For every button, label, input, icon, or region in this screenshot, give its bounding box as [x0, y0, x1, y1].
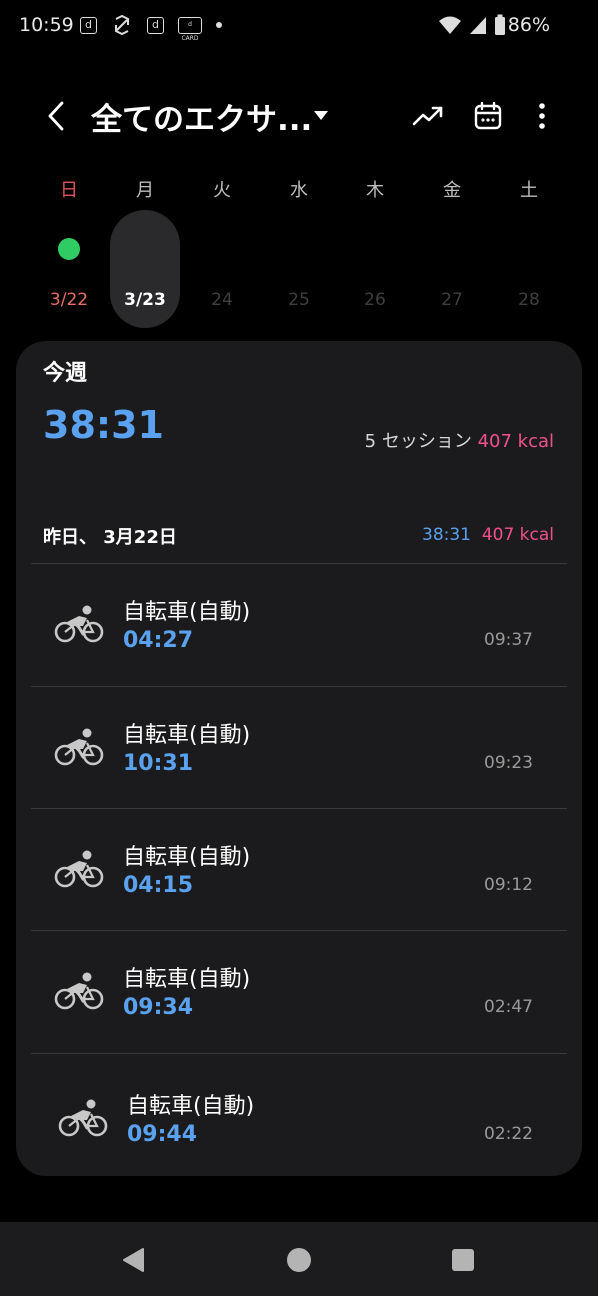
- day-saturday[interactable]: 土 28: [491, 170, 567, 330]
- exercise-row[interactable]: 自転車(自動) 04:15 09:12: [31, 809, 567, 931]
- day-wednesday[interactable]: 水 25: [261, 170, 337, 330]
- day-group-summary: 38:31 407 kcal: [422, 525, 554, 545]
- exercise-name: 自転車(自動): [127, 1094, 255, 1119]
- exercise-name: 自転車(自動): [123, 723, 251, 748]
- status-notification-icons: d d d CARD: [80, 14, 222, 42]
- signal-icon: [470, 17, 486, 34]
- d-app-icon: d: [80, 16, 97, 34]
- system-navigation-bar: [0, 1222, 598, 1296]
- exercise-summary-card: 今週 38:31 5 セッション 407 kcal 昨日、 3月22日 38:3…: [16, 341, 582, 1176]
- day-date: 3/23: [124, 290, 166, 310]
- day-friday[interactable]: 金 27: [414, 170, 490, 330]
- exercise-duration: 10:31: [123, 751, 194, 776]
- status-time: 10:59: [19, 14, 74, 36]
- day-label: 火: [213, 180, 231, 201]
- sync-icon: [115, 14, 129, 36]
- exercise-name: 自転車(自動): [123, 600, 251, 625]
- cycling-icon: [54, 850, 104, 888]
- triangle-back-icon: [123, 1248, 144, 1272]
- wifi-icon: [439, 16, 461, 34]
- battery-percent: 86%: [507, 14, 550, 36]
- circle-home-icon: [287, 1248, 311, 1272]
- exercise-start-time: 02:47: [484, 997, 533, 1017]
- square-recents-icon: [452, 1249, 474, 1271]
- week-calendar-strip: 日 3/22 月 3/23 火 24 水 25 木 26 金 27 土 28: [31, 170, 567, 330]
- selected-day-highlight: [110, 210, 180, 328]
- page-title[interactable]: 全てのエクサ...: [91, 94, 312, 139]
- exercise-name: 自転車(自動): [123, 967, 251, 992]
- chevron-left-icon: [48, 101, 64, 131]
- day-label: 土: [520, 180, 538, 201]
- activity-dot-icon: [58, 238, 80, 260]
- exercise-duration: 09:44: [127, 1122, 198, 1147]
- day-date: 24: [211, 290, 233, 310]
- day-group-header: 昨日、 3月22日: [43, 527, 177, 548]
- day-monday[interactable]: 月 3/23: [107, 170, 183, 330]
- weekly-kcal: 407 kcal: [477, 431, 554, 452]
- exercise-row[interactable]: 自転車(自動) 10:31 09:23: [31, 687, 567, 809]
- day-tuesday[interactable]: 火 24: [184, 170, 260, 330]
- status-system-icons: [438, 14, 506, 36]
- day-label: 木: [366, 180, 384, 201]
- app-header: 全てのエクサ...: [0, 84, 598, 148]
- more-notifications-dot-icon: [216, 22, 222, 28]
- d-app-icon-2: d: [147, 16, 164, 34]
- cycling-icon: [54, 728, 104, 766]
- day-date: 26: [364, 290, 386, 310]
- exercise-row[interactable]: 自転車(自動) 09:34 02:47: [31, 931, 567, 1053]
- cycling-icon: [54, 972, 104, 1010]
- day-duration: 38:31: [422, 525, 471, 545]
- exercise-start-time: 09:37: [484, 630, 533, 650]
- day-date: 25: [288, 290, 310, 310]
- exercise-start-time: 09:23: [484, 753, 533, 773]
- session-count: 5 セッション: [364, 431, 472, 452]
- exercise-start-time: 09:12: [484, 875, 533, 895]
- dcard-icon: d CARD: [178, 16, 202, 42]
- exercise-name: 自転車(自動): [123, 845, 251, 870]
- exercise-row[interactable]: 自転車(自動) 04:27 09:37: [31, 564, 567, 686]
- day-date: 27: [441, 290, 463, 310]
- nav-back-button[interactable]: [118, 1244, 150, 1276]
- cycling-icon: [54, 605, 104, 643]
- day-label: 月: [136, 180, 154, 201]
- day-thursday[interactable]: 木 26: [337, 170, 413, 330]
- day-label: 金: [443, 180, 461, 201]
- exercise-duration: 04:15: [123, 873, 194, 898]
- exercise-filter-dropdown[interactable]: [308, 102, 334, 128]
- cycling-icon: [58, 1099, 108, 1137]
- nav-recents-button[interactable]: [447, 1244, 479, 1276]
- trends-button[interactable]: [406, 94, 450, 138]
- more-options-button[interactable]: [522, 94, 562, 138]
- day-date: 28: [518, 290, 540, 310]
- nav-home-button[interactable]: [283, 1244, 315, 1276]
- day-label: 日: [60, 180, 78, 201]
- back-button[interactable]: [36, 92, 76, 140]
- exercise-duration: 04:27: [123, 628, 194, 653]
- more-vertical-icon: [539, 103, 545, 129]
- exercise-duration: 09:34: [123, 995, 194, 1020]
- section-label-this-week: 今週: [43, 361, 88, 386]
- battery-icon: [495, 14, 505, 35]
- day-label: 水: [290, 180, 308, 201]
- day-sunday[interactable]: 日 3/22: [31, 170, 107, 330]
- calendar-button[interactable]: [466, 94, 510, 138]
- exercise-start-time: 02:22: [484, 1124, 533, 1144]
- trend-up-icon: [412, 106, 443, 126]
- caret-down-icon: [314, 111, 328, 120]
- calendar-icon: [474, 102, 502, 130]
- exercise-row[interactable]: 自転車(自動) 09:44 02:22: [31, 1054, 567, 1176]
- weekly-total-duration: 38:31: [43, 403, 164, 447]
- status-bar: 10:59 d d d CARD 86%: [0, 0, 598, 56]
- day-date: 3/22: [49, 290, 89, 310]
- day-kcal: 407 kcal: [481, 525, 554, 545]
- weekly-session-summary: 5 セッション 407 kcal: [365, 427, 554, 453]
